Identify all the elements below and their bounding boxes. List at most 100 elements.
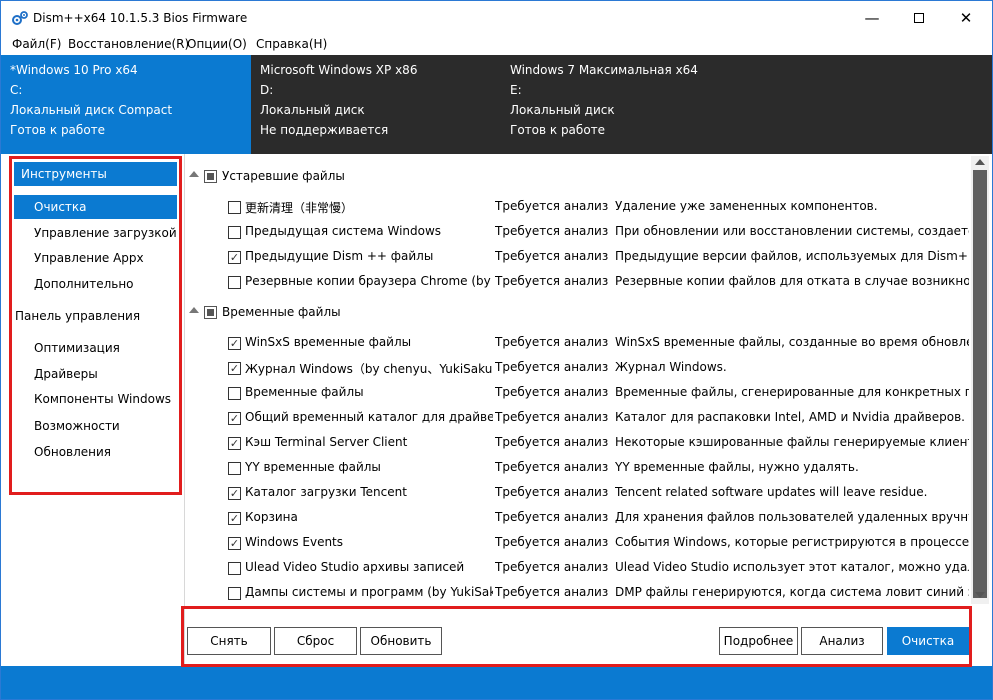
item-description: Временные файлы, сгенерированные для кон… [615,385,969,399]
app-window: Dism++x64 10.1.5.3 Bios Firmware — ✕ Фай… [0,0,993,700]
item-checkbox[interactable] [228,226,241,239]
item-checkbox[interactable] [228,276,241,289]
item-checkbox[interactable]: ✓ [228,362,241,375]
maximize-button[interactable] [896,1,942,35]
item-checkbox[interactable]: ✓ [228,487,241,500]
sidebar-item-optimization[interactable]: Оптимизация [14,336,177,360]
item-status: Требуется анализ [495,385,609,399]
collapse-icon[interactable] [189,307,199,313]
list-item[interactable]: ✓ Кэш Terminal Server Client Требуется а… [187,431,969,456]
item-checkbox[interactable] [228,562,241,575]
item-name: 更新清理（非常慢） [245,201,354,215]
sidebar-item-boot[interactable]: Управление загрузкой [14,221,177,245]
analyze-button[interactable]: Анализ [801,627,883,655]
item-checkbox[interactable]: ✓ [228,537,241,550]
reset-button[interactable]: Сброс [274,627,357,655]
item-checkbox[interactable] [228,587,241,600]
item-description: События Windows, которые регистрируются … [615,535,969,549]
scroll-thumb[interactable] [973,170,987,598]
scroll-up-icon[interactable] [975,159,985,165]
sidebar-item-cleanup[interactable]: Очистка [14,195,177,219]
session-state: Не поддерживается [260,123,389,137]
group-checkbox[interactable] [204,170,217,183]
item-checkbox[interactable]: ✓ [228,512,241,525]
sidebar-item-components[interactable]: Компоненты Windows [14,387,177,411]
session-windows10[interactable]: *Windows 10 Pro x64 C: Локальный диск Co… [1,55,251,154]
collapse-icon[interactable] [189,171,199,177]
list-item[interactable]: Дампы системы и программ (by YukiSakura … [187,581,969,604]
item-description: Tencent related software updates will le… [615,485,928,499]
list-item[interactable]: ✓ Предыдущие Dism ++ файлы Требуется ана… [187,245,969,270]
list-item[interactable]: ✓ Windows Events Требуется анализ Событи… [187,531,969,556]
list-item[interactable]: ✓ Общий временный каталог для драйверов … [187,406,969,431]
session-drive: D: [260,83,274,97]
session-windowsxp[interactable]: Microsoft Windows XP x86 D: Локальный ди… [251,55,501,154]
list-item[interactable]: ✓ Каталог загрузки Tencent Требуется ана… [187,481,969,506]
item-status: Требуется анализ [495,535,609,549]
item-name: WinSxS временные файлы [245,335,412,349]
item-description: Журнал Windows. [615,360,727,374]
item-checkbox[interactable]: ✓ [228,412,241,425]
session-disk: Локальный диск [510,103,615,117]
list-item[interactable]: ✓ Журнал Windows（by chenyu、YukiSakura） Т… [187,356,969,381]
item-name: Временные файлы [245,385,364,399]
list-item[interactable]: Предыдущая система Windows Требуется ана… [187,220,969,245]
list-item[interactable]: ✓ WinSxS временные файлы Требуется анали… [187,331,969,356]
item-checkbox[interactable] [228,201,241,214]
close-button[interactable]: ✕ [943,1,989,35]
session-disk: Локальный диск Compact [10,103,173,117]
item-name: YY временные файлы [245,460,381,474]
list-item[interactable]: YY временные файлы Требуется анализ YY в… [187,456,969,481]
group-outdated[interactable]: Устаревшие файлы [187,165,969,189]
menu-help[interactable]: Справка(H) [256,37,327,51]
vertical-scrollbar[interactable] [971,156,989,604]
sidebar-item-appx[interactable]: Управление Appx [14,246,177,270]
details-button[interactable]: Подробнее [719,627,798,655]
refresh-button[interactable]: Обновить [360,627,442,655]
action-bar: Снять Сброс Обновить Подробнее Анализ Оч… [187,604,989,666]
sidebar-header-control[interactable]: Панель управления [15,309,140,323]
item-status: Требуется анализ [495,224,609,238]
sidebar-item-features[interactable]: Возможности [14,414,177,438]
list-item[interactable]: 更新清理（非常慢） Требуется анализ Удаление уже … [187,195,969,220]
list-item[interactable]: Временные файлы Требуется анализ Временн… [187,381,969,406]
list-item[interactable]: ✓ Корзина Требуется анализ Для хранения … [187,506,969,531]
menu-options[interactable]: Опции(O) [187,37,247,51]
session-state: Готов к работе [510,123,606,137]
uncheck-button[interactable]: Снять [187,627,271,655]
item-checkbox[interactable]: ✓ [228,251,241,264]
list-item[interactable]: Резервные копии браузера Chrome (by Ho Т… [187,270,969,295]
item-status: Требуется анализ [495,274,609,288]
group-temporary[interactable]: Временные файлы [187,301,969,325]
item-checkbox[interactable] [228,462,241,475]
item-status: Требуется анализ [495,560,609,574]
item-checkbox[interactable]: ✓ [228,337,241,350]
item-checkbox[interactable]: ✓ [228,437,241,450]
clean-button[interactable]: Очистка [887,627,969,655]
menu-bar: Файл(F) Восстановление(R) Опции(O) Справ… [1,35,992,55]
item-name: Корзина [245,510,298,524]
sidebar-item-updates[interactable]: Обновления [14,440,177,464]
item-checkbox[interactable] [228,387,241,400]
scroll-down-icon[interactable] [975,592,985,598]
sidebar-item-drivers[interactable]: Драйверы [14,362,177,386]
item-status: Требуется анализ [495,335,609,349]
item-name: Кэш Terminal Server Client [245,435,408,449]
item-status: Требуется анализ [495,485,609,499]
cleanup-list: Устаревшие файлы 更新清理（非常慢） Требуется ана… [187,156,969,604]
menu-file[interactable]: Файл(F) [12,37,61,51]
item-name: Общий временный каталог для драйверов [245,410,493,424]
group-label: Временные файлы [222,305,341,319]
group-checkbox[interactable] [204,306,217,319]
minimize-button[interactable]: — [849,1,895,35]
item-name: Дампы системы и программ (by YukiSakura [245,585,493,599]
session-drive: C: [10,83,23,97]
list-item[interactable]: Ulead Video Studio архивы записей Требуе… [187,556,969,581]
item-status: Требуется анализ [495,510,609,524]
sidebar-header-tools[interactable]: Инструменты [14,162,177,186]
item-description: Удаление уже замененных компонентов. [615,199,878,213]
sidebar-item-advanced[interactable]: Дополнительно [14,272,177,296]
menu-restore[interactable]: Восстановление(R) [68,37,189,51]
title-bar: Dism++x64 10.1.5.3 Bios Firmware — ✕ [1,1,992,35]
session-windows7[interactable]: Windows 7 Максимальная x64 E: Локальный … [501,55,751,154]
